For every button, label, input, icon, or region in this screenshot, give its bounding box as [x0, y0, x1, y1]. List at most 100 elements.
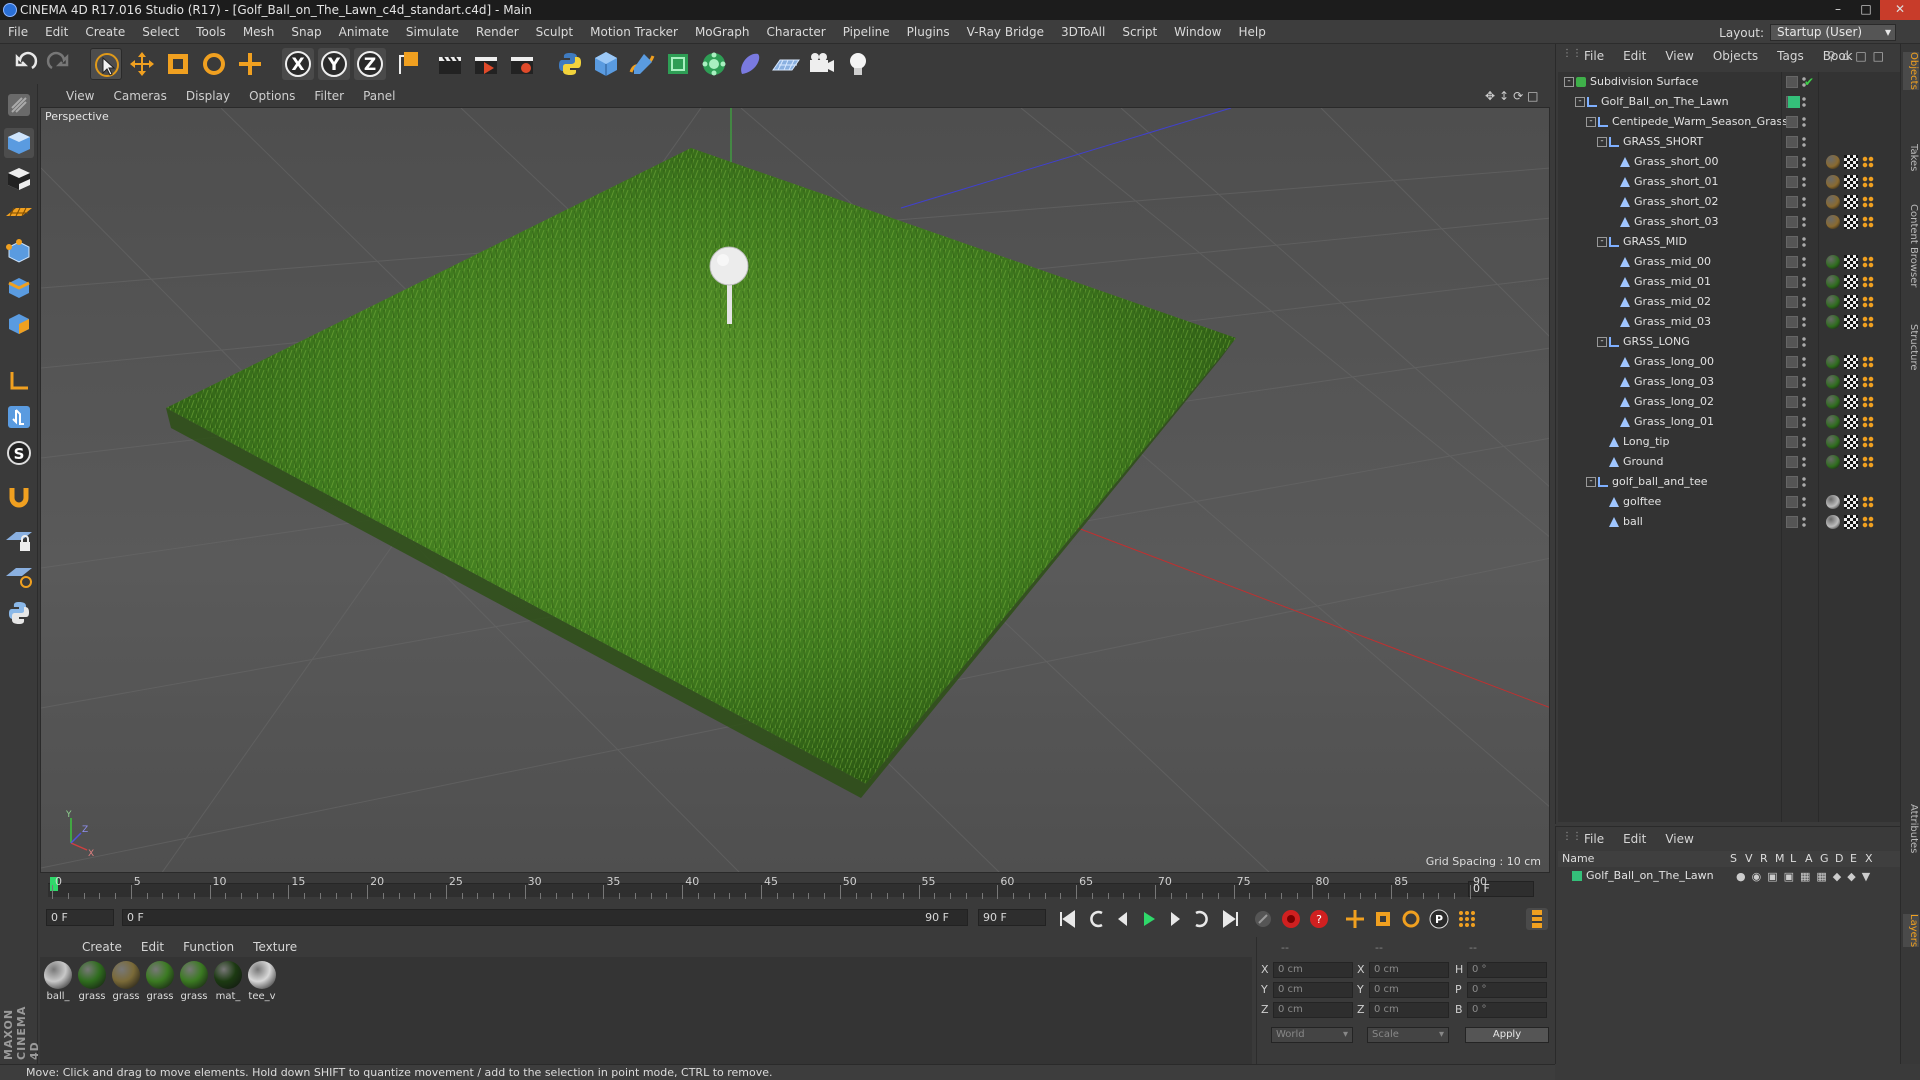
material-swatch[interactable]: mat_	[212, 961, 244, 1002]
collapse-toggle-icon[interactable]: -	[1564, 77, 1574, 87]
maximize-button[interactable]: □	[1852, 0, 1880, 20]
enabled-check-icon[interactable]: ✔	[1804, 76, 1816, 88]
edit-render-toggle-icon[interactable]	[1786, 516, 1798, 528]
visibility-dots-icon[interactable]	[1802, 356, 1806, 368]
x-axis-lock-button[interactable]: X	[282, 48, 314, 80]
object-row[interactable]: Grass_mid_01	[1558, 272, 1901, 292]
viewport-menu-cameras[interactable]: Cameras	[113, 89, 166, 103]
visibility-dots-icon[interactable]	[1802, 396, 1806, 408]
camera-button[interactable]	[806, 48, 838, 80]
layer-column-e[interactable]: E	[1850, 851, 1857, 867]
object-name[interactable]: ball	[1623, 512, 1643, 532]
pos-x-field[interactable]: 0 cm	[1273, 962, 1353, 978]
viewport-menu-panel[interactable]: Panel	[363, 89, 395, 103]
viewport-menu-view[interactable]: View	[66, 89, 94, 103]
side-tab-content-browser[interactable]: Content Browser	[1903, 204, 1919, 287]
visibility-dots-icon[interactable]	[1802, 496, 1806, 508]
uvw-tag-icon[interactable]	[1844, 375, 1858, 389]
hair-tag-icon[interactable]	[1862, 416, 1874, 428]
hair-tag-icon[interactable]	[1862, 176, 1874, 188]
uvw-tag-icon[interactable]	[1844, 515, 1858, 529]
object-row[interactable]: Grass_long_02	[1558, 392, 1901, 412]
light-button[interactable]	[842, 48, 874, 80]
edit-render-toggle-icon[interactable]	[1786, 356, 1798, 368]
uvw-tag-icon[interactable]	[1844, 175, 1858, 189]
side-tab-objects[interactable]: Objects	[1903, 52, 1919, 90]
object-row[interactable]: - GRASS_MID	[1558, 232, 1901, 252]
end-frame-field[interactable]: 90 F	[978, 909, 1046, 926]
object-row[interactable]: - golf_ball_and_tee	[1558, 472, 1901, 492]
object-name[interactable]: Grass_long_03	[1634, 372, 1714, 392]
menu-window[interactable]: Window	[1174, 25, 1221, 39]
deformer-button[interactable]	[734, 48, 766, 80]
layer-column-v[interactable]: V	[1745, 851, 1753, 867]
polygons-mode-button[interactable]	[4, 308, 34, 338]
material-tag-icon[interactable]	[1826, 255, 1840, 269]
hair-tag-icon[interactable]	[1862, 356, 1874, 368]
enable-axis-button[interactable]	[4, 366, 34, 396]
object-name[interactable]: Grass_mid_03	[1634, 312, 1711, 332]
edit-render-toggle-icon[interactable]	[1786, 116, 1798, 128]
material-tag-icon[interactable]	[1826, 315, 1840, 329]
layer-column-s[interactable]: S	[1730, 851, 1737, 867]
object-row[interactable]: Grass_mid_03	[1558, 312, 1901, 332]
render-to-picture-viewer-button[interactable]	[470, 48, 502, 80]
material-menu-edit[interactable]: Edit	[141, 940, 164, 954]
object-name[interactable]: Grass_long_00	[1634, 352, 1714, 372]
visibility-dots-icon[interactable]	[1802, 436, 1806, 448]
timeline-ruler[interactable]	[48, 883, 1478, 897]
object-row[interactable]: Grass_long_03	[1558, 372, 1901, 392]
edit-render-toggle-icon[interactable]	[1786, 496, 1798, 508]
object-row[interactable]: Grass_long_00	[1558, 352, 1901, 372]
key-rotation-button[interactable]	[1400, 908, 1422, 930]
material-tag-icon[interactable]	[1826, 275, 1840, 289]
object-row[interactable]: Long_tip	[1558, 432, 1901, 452]
texture-mode-button[interactable]	[4, 164, 34, 194]
edit-render-toggle-icon[interactable]	[1786, 476, 1798, 488]
snap-button[interactable]: S	[4, 438, 34, 468]
layer-column-r[interactable]: R	[1760, 851, 1768, 867]
hair-tag-icon[interactable]	[1862, 296, 1874, 308]
hair-tag-icon[interactable]	[1862, 516, 1874, 528]
object-manager-search-icons[interactable]: ⚲⌂□□	[1827, 49, 1890, 63]
previous-key-button[interactable]	[1086, 908, 1108, 930]
cube-primitive-button[interactable]	[590, 48, 622, 80]
menu-mesh[interactable]: Mesh	[243, 25, 275, 39]
material-tag-icon[interactable]	[1826, 455, 1840, 469]
side-tab-layers[interactable]: Layers	[1903, 914, 1919, 948]
layer-menu-file[interactable]: File	[1584, 832, 1604, 846]
edit-render-toggle-icon[interactable]	[1786, 216, 1798, 228]
timeline[interactable]: 0 F 0 5 10 15 20 25 30 35 40 45 50 55 60 65 70 75 80 85 90	[40, 875, 1552, 903]
object-row[interactable]: Grass_long_01	[1558, 412, 1901, 432]
object-row[interactable]: - Subdivision Surface ✔	[1558, 72, 1901, 92]
material-tag-icon[interactable]	[1826, 515, 1840, 529]
visibility-dots-icon[interactable]	[1802, 96, 1806, 108]
timeline-layout-button[interactable]	[1526, 908, 1548, 930]
material-menu-texture[interactable]: Texture	[253, 940, 297, 954]
object-name[interactable]: golf_ball_and_tee	[1612, 472, 1708, 492]
edit-render-toggle-icon[interactable]	[1786, 196, 1798, 208]
object-name[interactable]: Grass_short_00	[1634, 152, 1719, 172]
uvw-tag-icon[interactable]	[1844, 315, 1858, 329]
edit-render-toggle-icon[interactable]	[1786, 376, 1798, 388]
edit-render-toggle-icon[interactable]	[1786, 176, 1798, 188]
object-menu-objects[interactable]: Objects	[1713, 49, 1758, 63]
material-menu-function[interactable]: Function	[183, 940, 234, 954]
layer-column-x[interactable]: X	[1865, 851, 1873, 867]
viewport-camera-label[interactable]: Perspective	[45, 110, 109, 123]
key-parameter-button[interactable]: P	[1428, 908, 1450, 930]
edit-render-toggle-icon[interactable]	[1786, 416, 1798, 428]
menu-character[interactable]: Character	[766, 25, 825, 39]
hair-tag-icon[interactable]	[1862, 436, 1874, 448]
object-tree[interactable]: - Subdivision Surface ✔ - Golf_Ball_on_The_L…	[1558, 72, 1901, 822]
go-to-end-button[interactable]	[1220, 908, 1242, 930]
visibility-dots-icon[interactable]	[1802, 336, 1806, 348]
menu-snap[interactable]: Snap	[291, 25, 321, 39]
object-row[interactable]: - Golf_Ball_on_The_Lawn	[1558, 92, 1901, 112]
cloner-button[interactable]	[698, 48, 730, 80]
redo-button[interactable]	[44, 48, 76, 80]
render-view-button[interactable]	[434, 48, 466, 80]
object-name[interactable]: GRSS_LONG	[1623, 332, 1690, 352]
workplane-mode-button[interactable]	[4, 198, 34, 228]
rot-p-field[interactable]: 0 °	[1467, 982, 1547, 998]
